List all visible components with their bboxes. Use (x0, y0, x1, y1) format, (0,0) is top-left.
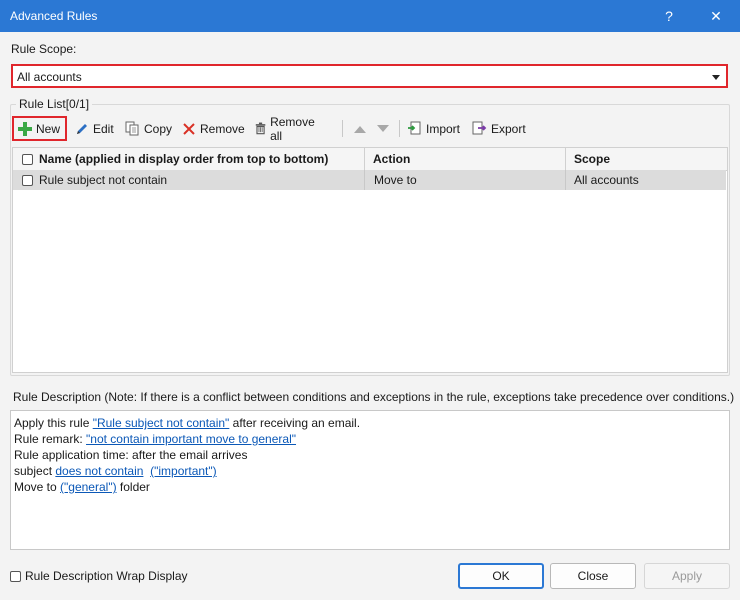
toolbar-separator (399, 120, 400, 137)
rule-scope-value: All accounts (17, 70, 82, 84)
column-header-name[interactable]: Name (applied in display order from top … (22, 148, 362, 170)
description-line: Move to ("general") folder (14, 479, 726, 495)
new-rule-label: New (36, 121, 61, 136)
edit-rule-button[interactable]: Edit (72, 116, 117, 141)
remove-all-button[interactable]: Remove all (252, 114, 321, 143)
description-line: Apply this rule "Rule subject not contai… (14, 415, 726, 431)
table-row[interactable]: Rule subject not contain Move to All acc… (13, 170, 726, 190)
table-header: Name (applied in display order from top … (13, 148, 727, 171)
column-divider (565, 170, 566, 190)
description-line: subject does not contain ("important") (14, 463, 726, 479)
row-checkbox[interactable] (22, 174, 33, 186)
description-text: Rule remark: (14, 432, 87, 446)
export-icon (472, 121, 487, 135)
copy-rule-button[interactable]: Copy (122, 116, 175, 141)
rule-table: Name (applied in display order from top … (12, 147, 728, 373)
apply-button[interactable]: Apply (644, 563, 730, 589)
help-button[interactable]: ? (650, 0, 688, 32)
description-line: Rule application time: after the email a… (14, 448, 248, 462)
title-bar: Advanced Rules ? ✕ (0, 0, 740, 32)
condition-value-link[interactable]: ("important") (150, 464, 217, 478)
rule-description-label: Rule Description (Note: If there is a co… (13, 390, 735, 404)
triangle-down-icon (377, 124, 389, 132)
move-down-button[interactable] (373, 116, 397, 141)
condition-operator-link[interactable]: does not contain (55, 464, 143, 478)
rule-scope-dropdown[interactable]: All accounts (11, 64, 728, 88)
rule-description-box: Apply this rule "Rule subject not contai… (10, 410, 730, 550)
column-divider[interactable] (565, 148, 566, 170)
target-folder-link[interactable]: ("general") (60, 480, 117, 494)
toolbar-separator (342, 120, 343, 137)
plus-icon (18, 121, 32, 136)
trash-icon (255, 122, 266, 135)
import-label: Import (426, 121, 461, 136)
description-line: Rule remark: "not contain important move… (14, 431, 726, 447)
column-header-scope[interactable]: Scope (574, 148, 724, 170)
pencil-icon (77, 123, 87, 134)
rule-list-legend: Rule List[0/1] (16, 97, 93, 111)
description-text: after receiving an email. (229, 416, 361, 430)
remove-rule-label: Remove (200, 121, 245, 136)
row-scope: All accounts (574, 173, 639, 187)
remove-all-label: Remove all (270, 114, 315, 143)
select-all-checkbox[interactable] (22, 153, 33, 165)
rule-scope-label: Rule Scope: (11, 42, 77, 56)
edit-rule-label: Edit (93, 121, 114, 136)
copy-rule-label: Copy (144, 121, 173, 136)
description-text: folder (116, 480, 150, 494)
rule-remark-link[interactable]: "not contain important move to general" (86, 432, 296, 446)
row-name: Rule subject not contain (39, 173, 168, 187)
export-label: Export (491, 121, 526, 136)
close-button[interactable]: Close (550, 563, 636, 589)
ok-button[interactable]: OK (458, 563, 544, 589)
import-icon (408, 121, 421, 135)
export-button[interactable]: Export (469, 116, 529, 141)
close-window-button[interactable]: ✕ (697, 0, 735, 32)
remove-x-icon (183, 122, 195, 135)
description-text: subject (14, 464, 56, 478)
advanced-rules-dialog: Advanced Rules ? ✕ Rule Scope: All accou… (0, 0, 740, 600)
column-header-action[interactable]: Action (373, 148, 563, 170)
remove-rule-button[interactable]: Remove (179, 116, 248, 141)
wrap-display-label: Rule Description Wrap Display (25, 569, 188, 583)
column-divider (364, 170, 365, 190)
copy-icon (125, 121, 139, 136)
new-rule-button[interactable]: New (12, 116, 68, 141)
column-name-label: Name (applied in display order from top … (39, 152, 329, 166)
wrap-display-checkbox[interactable] (10, 570, 21, 582)
chevron-down-icon (712, 75, 720, 80)
row-name-cell: Rule subject not contain (22, 170, 362, 190)
move-up-button[interactable] (350, 116, 374, 141)
wrap-display-option[interactable]: Rule Description Wrap Display (10, 569, 188, 583)
column-divider[interactable] (364, 148, 365, 170)
rule-name-link[interactable]: "Rule subject not contain" (93, 416, 230, 430)
description-text: Apply this rule (14, 416, 93, 430)
description-text: Move to (14, 480, 61, 494)
window-title: Advanced Rules (10, 9, 98, 23)
row-action: Move to (374, 173, 417, 187)
import-button[interactable]: Import (404, 116, 463, 141)
triangle-up-icon (354, 125, 366, 133)
